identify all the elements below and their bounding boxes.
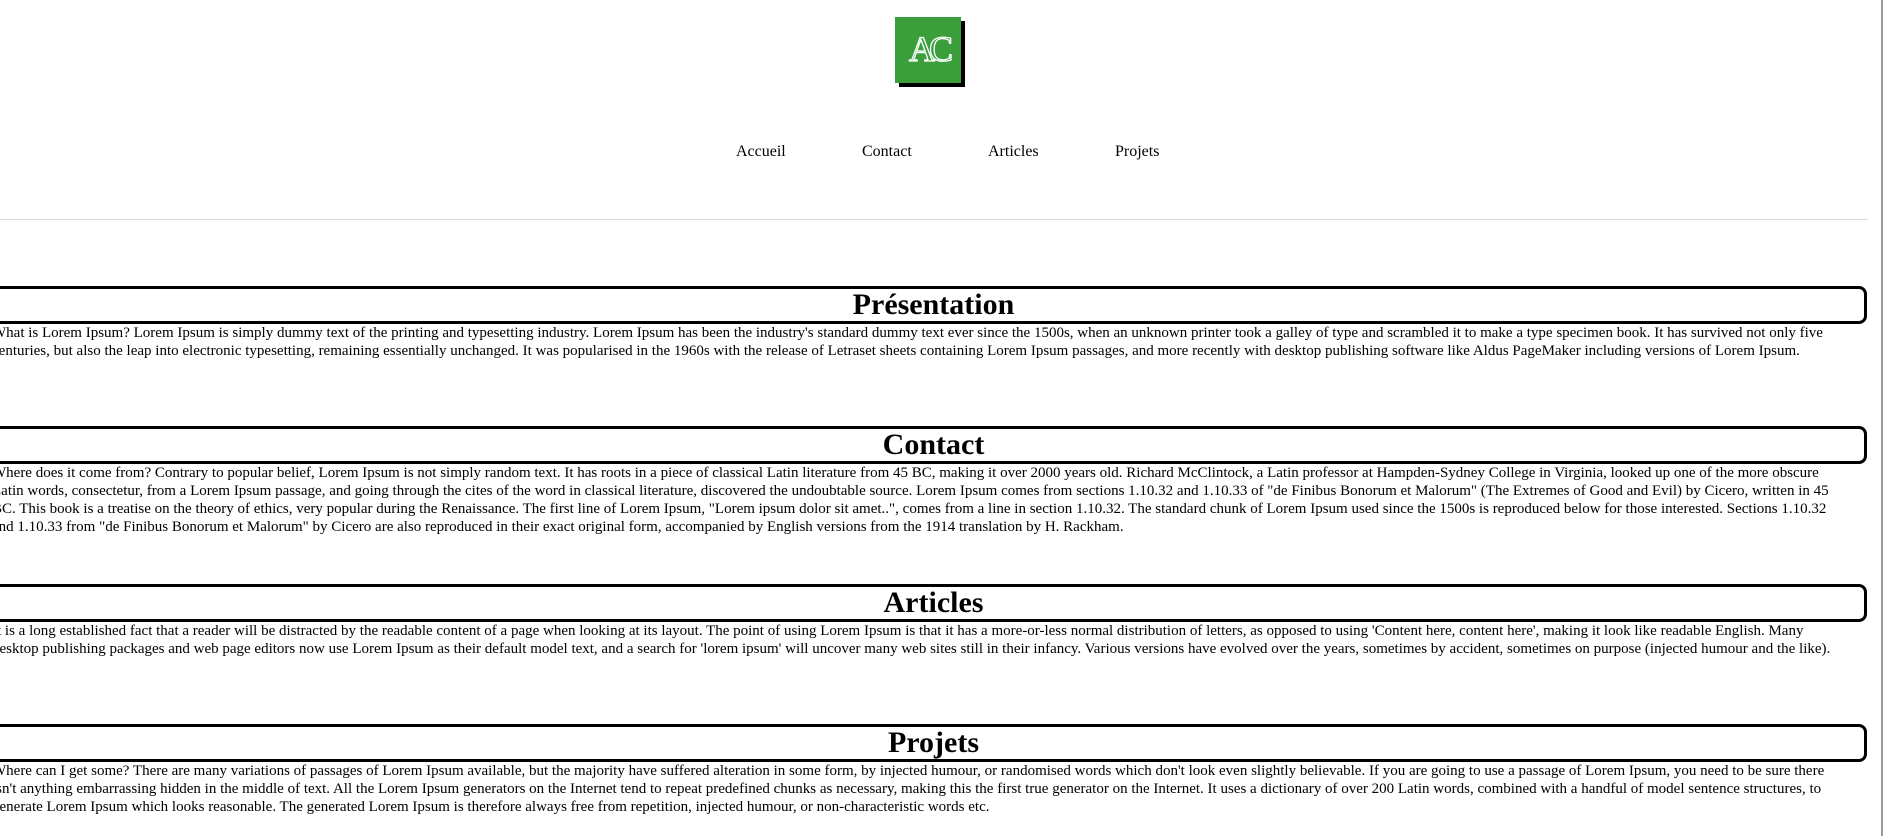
nav-item-projets[interactable]: Projets <box>1115 140 1159 164</box>
section-title-presentation: Présentation <box>0 285 1867 324</box>
page: AC Accueil Contact Articles Projets Prés… <box>0 0 1883 836</box>
logo-text: AC <box>909 29 952 69</box>
section-text-presentation: What is Lorem Ipsum? Lorem Ipsum is simp… <box>0 325 1823 359</box>
section-title-articles: Articles <box>0 583 1867 622</box>
site-header: AC Accueil Contact Articles Projets <box>0 0 1883 220</box>
logo-monogram-icon: AC <box>908 28 958 69</box>
section-title-projets: Projets <box>0 723 1867 762</box>
section-text-contact: Where does it come from? Contrary to pop… <box>0 465 1829 535</box>
section-text-projets: Where can I get some? There are many var… <box>0 763 1825 815</box>
main-nav: Accueil Contact Articles Projets <box>0 140 1883 164</box>
section-title-contact: Contact <box>0 425 1867 464</box>
section-title-text: Contact <box>882 427 985 461</box>
nav-item-accueil[interactable]: Accueil <box>736 140 786 164</box>
section-title-text: Présentation <box>852 287 1015 321</box>
logo[interactable]: AC <box>895 17 961 83</box>
section-title-text: Articles <box>883 585 984 619</box>
nav-item-articles[interactable]: Articles <box>988 140 1039 164</box>
nav-item-contact[interactable]: Contact <box>862 140 912 164</box>
header-divider <box>0 219 1868 220</box>
section-title-text: Projets <box>887 725 980 759</box>
section-text-articles: It is a long established fact that a rea… <box>0 623 1831 657</box>
